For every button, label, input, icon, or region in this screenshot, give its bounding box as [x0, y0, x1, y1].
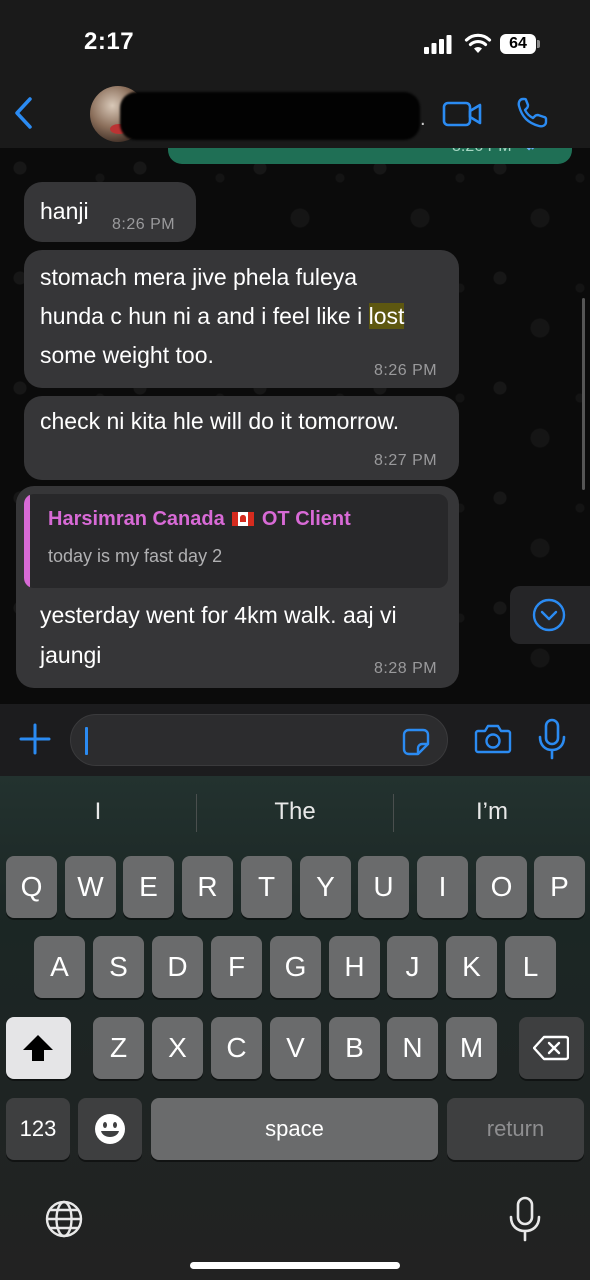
key-a[interactable]: A — [34, 936, 85, 998]
key-y[interactable]: Y — [300, 856, 351, 918]
key-t[interactable]: T — [241, 856, 292, 918]
dictation-microphone-icon[interactable] — [508, 1196, 542, 1242]
key-q[interactable]: Q — [6, 856, 57, 918]
message-time: 8:28 PM — [374, 660, 438, 677]
key-e[interactable]: E — [123, 856, 174, 918]
emoji-key[interactable] — [78, 1098, 142, 1160]
reply-author: Harsimran Canada OT Client — [48, 508, 351, 530]
space-key[interactable]: space — [151, 1098, 438, 1160]
outgoing-message-time: 8:26 PM — [452, 148, 512, 156]
backspace-key[interactable] — [519, 1017, 584, 1079]
highlighted-word: lost — [368, 303, 405, 329]
chat-header: . — [0, 84, 590, 148]
message-text: some weight too. — [40, 342, 214, 368]
key-v[interactable]: V — [270, 1017, 321, 1079]
message-input-bar — [0, 704, 590, 776]
scroll-to-bottom-button[interactable] — [510, 586, 590, 644]
battery-icon: 64 — [500, 34, 540, 54]
globe-icon[interactable] — [44, 1199, 84, 1239]
message-bubble[interactable]: stomach mera jive phela fuleya hunda c h… — [24, 250, 459, 388]
message-text: jaungi — [40, 642, 102, 668]
message-text: check ni kita hle will do it tomorrow. — [40, 408, 400, 434]
numbers-key[interactable]: 123 — [6, 1098, 70, 1160]
sticker-icon[interactable] — [401, 727, 431, 757]
message-time: 8:26 PM — [374, 362, 438, 379]
contact-name-redacted[interactable] — [120, 92, 420, 140]
chat-scrollbar[interactable] — [582, 298, 585, 490]
key-h[interactable]: H — [329, 936, 380, 998]
key-r[interactable]: R — [182, 856, 233, 918]
key-n[interactable]: N — [387, 1017, 438, 1079]
battery-level: 64 — [500, 34, 536, 54]
canada-flag-icon — [232, 512, 255, 526]
reply-accent-bar — [24, 494, 30, 588]
camera-icon[interactable] — [474, 722, 512, 754]
key-w[interactable]: W — [65, 856, 116, 918]
backspace-icon — [533, 1035, 569, 1061]
contact-name-suffix: . — [420, 108, 426, 130]
reply-quote[interactable]: Harsimran Canada OT Client today is my f… — [24, 494, 448, 588]
message-time: 8:27 PM — [374, 452, 438, 469]
message-bubble[interactable]: Harsimran Canada OT Client today is my f… — [16, 486, 459, 688]
status-bar: 2:17 64 — [0, 0, 590, 84]
return-key[interactable]: return — [447, 1098, 584, 1160]
message-text: hanji — [40, 198, 89, 224]
chevron-left-icon[interactable] — [12, 96, 34, 130]
double-check-icon — [526, 148, 535, 151]
predictive-text-bar: I The I’m — [0, 776, 590, 850]
phone-icon[interactable] — [515, 96, 549, 130]
message-input[interactable] — [70, 714, 448, 766]
key-d[interactable]: D — [152, 936, 203, 998]
text-caret — [85, 727, 88, 755]
key-c[interactable]: C — [211, 1017, 262, 1079]
plus-icon[interactable] — [18, 722, 52, 756]
key-j[interactable]: J — [387, 936, 438, 998]
key-i[interactable]: I — [417, 856, 468, 918]
key-p[interactable]: P — [534, 856, 585, 918]
chat-area[interactable]: 8:26 PM hanji 8:26 PM stomach mera jive … — [0, 148, 590, 704]
suggestion-item[interactable]: I — [0, 798, 196, 826]
key-z[interactable]: Z — [93, 1017, 144, 1079]
key-g[interactable]: G — [270, 936, 321, 998]
chevron-down-circle-icon — [532, 598, 566, 632]
key-l[interactable]: L — [505, 936, 556, 998]
shift-key[interactable] — [6, 1017, 71, 1079]
key-k[interactable]: K — [446, 936, 497, 998]
reply-text: today is my fast day 2 — [48, 546, 223, 566]
key-u[interactable]: U — [358, 856, 409, 918]
message-bubble[interactable]: check ni kita hle will do it tomorrow. 8… — [24, 396, 459, 480]
key-x[interactable]: X — [152, 1017, 203, 1079]
message-bubble[interactable]: hanji 8:26 PM — [24, 182, 196, 242]
status-time: 2:17 — [84, 28, 135, 55]
microphone-icon[interactable] — [537, 718, 567, 760]
video-camera-icon[interactable] — [442, 100, 482, 128]
keyboard: I The I’m Q W E R T Y U I O P A S D F G … — [0, 776, 590, 1280]
message-text-line: hunda c hun ni a and i feel like i lost — [40, 297, 405, 336]
message-time: 8:26 PM — [112, 216, 176, 233]
message-text: yesterday went for 4km walk. aaj vi — [40, 602, 397, 628]
key-m[interactable]: M — [446, 1017, 497, 1079]
suggestion-item[interactable]: The — [197, 798, 393, 826]
wifi-icon — [464, 33, 492, 53]
shift-arrow-icon — [23, 1035, 53, 1061]
key-b[interactable]: B — [329, 1017, 380, 1079]
key-s[interactable]: S — [93, 936, 144, 998]
home-indicator[interactable] — [190, 1262, 400, 1269]
smiley-face-icon — [95, 1114, 125, 1144]
suggestion-item[interactable]: I’m — [394, 798, 590, 826]
message-text: stomach mera jive phela fuleya — [40, 264, 358, 290]
key-f[interactable]: F — [211, 936, 262, 998]
message-text: hunda c hun ni a and i feel like i — [40, 303, 363, 329]
cellular-signal-icon — [424, 35, 452, 54]
key-o[interactable]: O — [476, 856, 527, 918]
